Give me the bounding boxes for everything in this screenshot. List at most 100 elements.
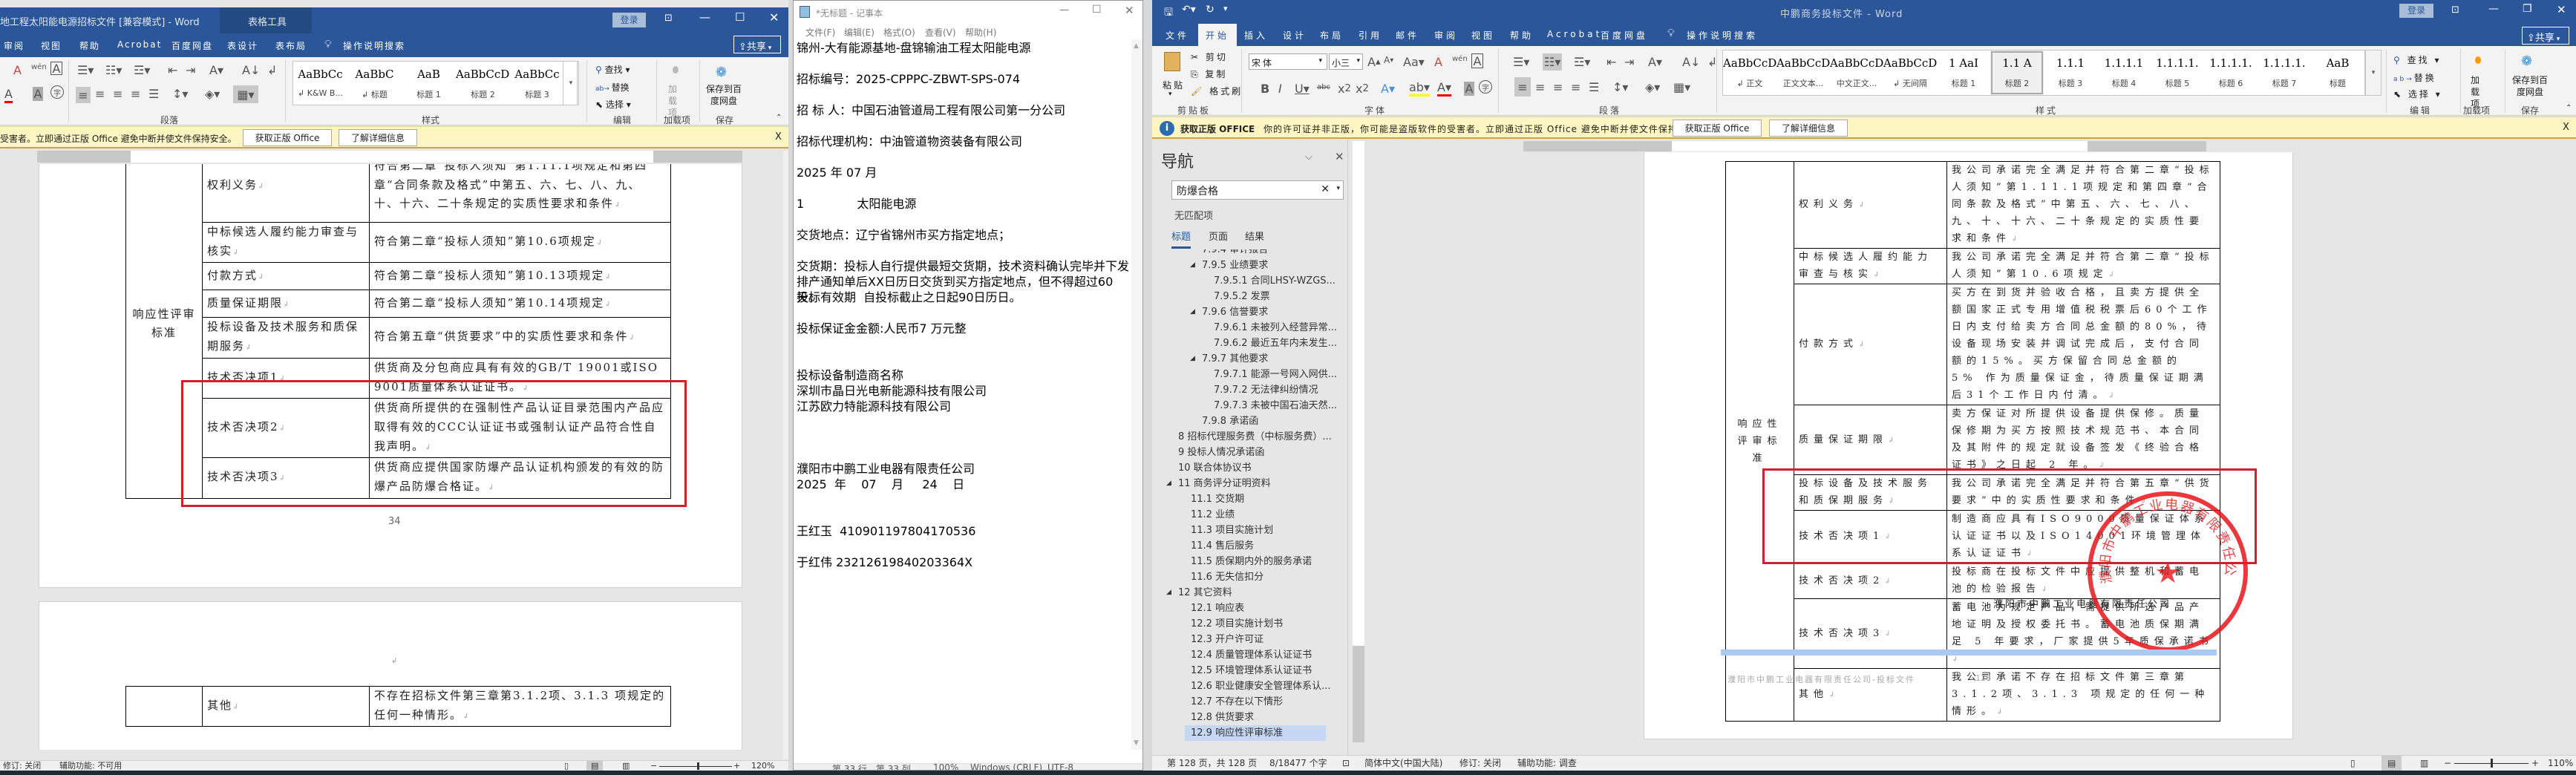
- align-center-icon[interactable]: ≡: [1535, 80, 1545, 94]
- maximize-icon[interactable]: ☐: [1092, 4, 1102, 16]
- bullets-icon[interactable]: ☰▾: [1513, 55, 1529, 69]
- replace-button[interactable]: ab→替换: [2393, 71, 2436, 84]
- ribbon-tab[interactable]: 布局: [1320, 29, 1344, 42]
- ribbon-tab[interactable]: 视图: [1471, 29, 1495, 42]
- notepad-menu-item[interactable]: 查看(V): [925, 26, 956, 39]
- style-item[interactable]: AaB 标题 1: [402, 62, 456, 106]
- style-item[interactable]: 1.1.1.1. 标题 6: [2204, 50, 2258, 95]
- tell-me-search[interactable]: 操作说明搜索: [343, 39, 405, 52]
- notepad-text-area[interactable]: 锦州-大有能源基地-盘锦输油工程太阳能电源 招标编号：2025-CPPPC-ZBW…: [797, 40, 1132, 749]
- text-effects-icon[interactable]: A▾: [1381, 82, 1395, 96]
- accessibility-status[interactable]: 辅助功能: 不可用: [59, 761, 122, 771]
- ribbon-tab[interactable]: 表设计: [227, 39, 258, 52]
- ribbon-tab[interactable]: 表布局: [275, 39, 307, 52]
- share-button[interactable]: ⇪共享 ▾: [2522, 27, 2569, 45]
- ribbon-tab[interactable]: 审阅: [1434, 29, 1458, 42]
- clear-format-icon[interactable]: A: [1434, 55, 1442, 69]
- decrease-indent-icon[interactable]: ⇤: [1606, 55, 1616, 69]
- line-spacing-icon[interactable]: ↕▾: [172, 87, 188, 101]
- expand-triangle-icon[interactable]: ◢: [1190, 304, 1195, 320]
- close-icon[interactable]: ✕: [1125, 4, 1134, 17]
- word-count-status[interactable]: 8/18477 个字: [1269, 756, 1327, 771]
- vertical-scrollbar[interactable]: [783, 151, 788, 759]
- nav-tab-results[interactable]: 结果: [1245, 229, 1264, 243]
- subscript-icon[interactable]: x2: [1338, 82, 1351, 96]
- zoom-slider[interactable]: − +: [650, 761, 740, 771]
- nav-item-selected[interactable]: 12.9 响应性评审标准: [1185, 725, 1326, 741]
- highlight-color-icon[interactable]: ab▾: [1409, 80, 1430, 97]
- nav-tab-headings[interactable]: 标题: [1171, 229, 1191, 249]
- ribbon-tab[interactable]: 文件: [1166, 29, 1189, 42]
- style-item[interactable]: AaBbCcDdI 标题 2: [456, 62, 510, 106]
- shading-icon[interactable]: ◈▾: [205, 87, 220, 101]
- styles-more-icon[interactable]: ▾: [2365, 50, 2382, 96]
- clear-format-icon[interactable]: A: [13, 63, 22, 77]
- underline-icon[interactable]: U▾: [1295, 82, 1310, 96]
- font-color-icon[interactable]: A▾: [1437, 80, 1451, 97]
- strikethrough-icon[interactable]: abc: [1317, 83, 1330, 91]
- minimize-icon[interactable]: —: [699, 10, 710, 24]
- web-layout-icon[interactable]: ▥: [622, 761, 630, 771]
- enclose-char-icon[interactable]: 字: [50, 85, 64, 99]
- vertical-ruler[interactable]: [1353, 141, 1364, 742]
- sort-icon[interactable]: A↓: [1682, 55, 1700, 69]
- expand-triangle-icon[interactable]: ◢: [1166, 585, 1171, 601]
- char-border-icon[interactable]: A: [1471, 53, 1483, 68]
- learn-more-button[interactable]: 了解详细信息: [339, 129, 417, 146]
- ribbon-tab[interactable]: 帮助: [1510, 29, 1534, 42]
- increase-indent-icon[interactable]: ⇥: [186, 63, 195, 77]
- expand-triangle-icon[interactable]: ◢: [1166, 476, 1171, 491]
- get-genuine-office-button[interactable]: 获取正版 Office: [1673, 120, 1762, 137]
- horizontal-ruler[interactable]: [37, 151, 742, 163]
- align-right-icon[interactable]: ≡: [1553, 80, 1563, 94]
- ribbon-tab[interactable]: 百度网盘: [171, 39, 213, 52]
- find-button[interactable]: ⚲ 查找 ▾: [595, 63, 630, 76]
- style-item[interactable]: 1.1.1.1. 标题 5: [2151, 50, 2204, 95]
- bold-icon[interactable]: B: [1261, 82, 1269, 96]
- format-painter-button[interactable]: 🖌︎ 格式刷: [1191, 85, 1243, 97]
- customize-qat-icon[interactable]: ▾: [1223, 4, 1228, 13]
- align-right-icon[interactable]: ≡: [113, 87, 122, 101]
- char-border-icon[interactable]: A: [50, 62, 62, 76]
- get-genuine-office-button[interactable]: 获取正版 Office: [243, 129, 332, 146]
- phonetic-guide-icon[interactable]: wén: [1452, 55, 1468, 63]
- char-shading-icon[interactable]: A: [1464, 82, 1474, 96]
- zoom-level[interactable]: 110%: [2548, 756, 2573, 771]
- redo-icon[interactable]: ↻: [1206, 4, 1215, 16]
- scroll-up-icon[interactable]: ▲: [1134, 42, 1139, 50]
- superscript-icon[interactable]: x2: [1356, 82, 1369, 96]
- ribbon-tab[interactable]: 帮助: [79, 39, 100, 52]
- style-item[interactable]: 1.1.1.1 标题 4: [2097, 50, 2151, 95]
- style-item[interactable]: AaBbCcDdI ↲ 正文: [1723, 50, 1776, 95]
- ribbon-tab[interactable]: 设计: [1283, 29, 1307, 42]
- learn-more-button[interactable]: 了解详细信息: [1769, 120, 1848, 137]
- close-icon[interactable]: ✕: [2557, 3, 2566, 16]
- nav-tab-pages[interactable]: 页面: [1209, 229, 1228, 243]
- ribbon-tab[interactable]: 插入: [1244, 29, 1268, 42]
- borders-icon[interactable]: ▦▾: [233, 85, 258, 103]
- collapse-ribbon-icon[interactable]: ⌃: [2566, 104, 2572, 112]
- minimize-icon[interactable]: —: [2488, 3, 2499, 15]
- copy-button[interactable]: ⎘ 复制: [1191, 68, 1227, 80]
- decrease-indent-icon[interactable]: ⇤: [168, 63, 177, 77]
- notepad-menu-item[interactable]: 文件(F): [805, 26, 835, 39]
- ribbon-tab[interactable]: 百度网盘: [1601, 29, 1648, 42]
- align-left-icon[interactable]: ≡: [76, 87, 91, 103]
- grow-font-icon[interactable]: A ▴: [1367, 55, 1381, 69]
- expand-triangle-icon[interactable]: ◢: [1190, 351, 1195, 367]
- sort-icon[interactable]: A↓: [242, 63, 260, 77]
- print-layout-icon[interactable]: ▤: [2382, 756, 2402, 771]
- char-shading-icon[interactable]: A: [33, 87, 43, 101]
- style-item[interactable]: AaBbCc ↲ K&W B...: [293, 62, 347, 106]
- find-button[interactable]: ⚲ 查找 ▾: [2393, 53, 2441, 66]
- notepad-menu-item[interactable]: 帮助(H): [965, 26, 996, 39]
- notepad-scrollbar[interactable]: ▲ ▼: [1131, 39, 1142, 750]
- shrink-font-icon[interactable]: A ▾: [1384, 55, 1393, 65]
- style-item[interactable]: AaB 标题: [2311, 50, 2364, 95]
- restore-icon[interactable]: ❐: [2523, 3, 2532, 15]
- ribbon-tab[interactable]: 引用: [1359, 29, 1382, 42]
- style-item[interactable]: AaBbCc 标题 3: [510, 62, 564, 106]
- share-button[interactable]: ⇪共享 ▾: [733, 36, 781, 53]
- ribbon-tab[interactable]: 邮件: [1396, 29, 1419, 42]
- style-item[interactable]: 1 AaI 标题 1: [1937, 50, 1990, 95]
